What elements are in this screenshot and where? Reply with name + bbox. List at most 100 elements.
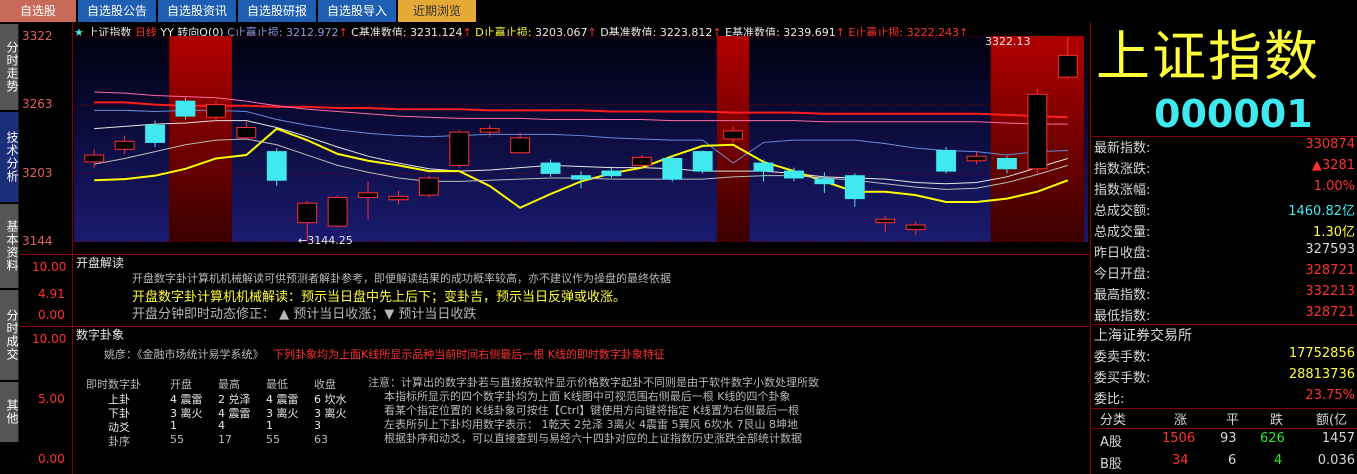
- panel1-scale-bottom: 0.00: [38, 308, 65, 322]
- quote-row: 今日开盘: 328721: [1092, 263, 1357, 283]
- gua-cell: 17: [218, 433, 232, 446]
- candle-body: [236, 127, 257, 139]
- candle-body: [753, 162, 774, 172]
- breadth-row: A股 1506 93 626 1457: [1092, 431, 1357, 451]
- quote-label: 今日开盘:: [1094, 267, 1151, 282]
- y-tick-label: 3322: [22, 29, 53, 43]
- breadth-cell: 93: [1220, 431, 1237, 446]
- candle-body: [449, 131, 470, 166]
- candle-body: [297, 202, 318, 224]
- breadth-header-cell: 分类: [1100, 413, 1127, 428]
- gua-table-header: 即时数字卦 开盘 最高 最低 收盘: [86, 376, 366, 391]
- quote-row: 昨日收盘: 327593: [1092, 242, 1357, 262]
- panel2-intro: 姚彦：《金融市场统计易学系统》 下列卦象均为上面K线所显示品种当前时间右侧最后一…: [104, 346, 665, 362]
- candle-body: [175, 100, 196, 117]
- side-tab-intraday[interactable]: 分时走势: [0, 24, 19, 110]
- candle-body: [936, 149, 957, 172]
- note-line: 本指标所显示的四个数字卦均为上面 K线图中可视范围右侧最后一根 K线的四个卦象: [384, 390, 791, 403]
- gua-cell: 1: [170, 419, 177, 432]
- gua-header: 开盘: [170, 378, 192, 391]
- candlestick-chart[interactable]: [74, 36, 1088, 242]
- candle-body: [388, 195, 409, 201]
- quote-row: 委买手数: 28813736: [1092, 367, 1357, 387]
- candle-body: [875, 218, 896, 224]
- quote-label: 总成交额:: [1094, 204, 1151, 219]
- quote-row: 总成交量: 1.30亿: [1092, 221, 1357, 241]
- quote-value: 1460.82亿: [1288, 204, 1355, 219]
- side-tab-ticks[interactable]: 分时成交: [0, 290, 19, 380]
- quote-value: 328721: [1305, 305, 1355, 320]
- gua-cell: 63: [314, 433, 328, 446]
- panel2-intro-source: 姚彦：《金融市场统计易学系统》: [104, 348, 264, 361]
- breadth-header-cell: 涨: [1174, 413, 1188, 428]
- candle-body: [601, 170, 622, 177]
- breadth-header-cell: 额(亿: [1316, 413, 1348, 428]
- breadth-header: 分类 涨 平 跌 额(亿: [1092, 409, 1357, 429]
- divider: [1092, 428, 1357, 429]
- candle-body: [358, 192, 378, 198]
- panel2-scale-mid: 5.00: [38, 392, 65, 406]
- quote-value: 327593: [1305, 242, 1355, 257]
- tab-watchlist-research[interactable]: 自选股研报: [238, 0, 316, 22]
- gua-header: 最高: [218, 378, 240, 391]
- gua-row: 上卦 4 震雷 2 兑泽 4 震雷 6 坎水: [86, 391, 366, 406]
- quote-label: 最高指数:: [1094, 288, 1151, 303]
- note-line: 根据卦序和动爻，可以直接查到与易经六十四卦对应的上证指数历史涨跌全部统计数据: [384, 432, 802, 445]
- quote-label: 委买手数:: [1094, 371, 1151, 386]
- top-tab-bar: 自选股 自选股公告 自选股资讯 自选股研报 自选股导入 近期浏览: [0, 0, 1357, 22]
- quote-panel: 上证指数 000001 最新指数: 330874 指数涨跌: ▲3281 指数涨幅:…: [1092, 22, 1357, 474]
- gua-cell: 3: [314, 419, 321, 432]
- quote-value: 1.30亿: [1313, 225, 1355, 240]
- gua-row: 卦序 55 17 55 63: [86, 433, 366, 448]
- tab-watchlist-news[interactable]: 自选股资讯: [158, 0, 236, 22]
- y-tick-label: 3203: [22, 166, 53, 180]
- signal-zone: [169, 36, 233, 242]
- candle-body: [784, 170, 804, 179]
- candle-body: [662, 157, 683, 180]
- candle-body: [723, 130, 744, 140]
- quote-label: 指数涨幅:: [1094, 183, 1151, 198]
- breadth-cell: 6: [1228, 453, 1237, 468]
- candle-body: [266, 151, 287, 181]
- tab-watchlist-notices[interactable]: 自选股公告: [78, 0, 156, 22]
- quote-label: 最新指数:: [1094, 141, 1151, 156]
- exchange-name: 上海证券交易所: [1094, 328, 1192, 344]
- gua-cell: 55: [170, 433, 184, 446]
- breadth-cell: 34: [1172, 453, 1189, 468]
- quote-row: 最新指数: 330874: [1092, 137, 1357, 157]
- side-tab-fundamentals[interactable]: 基本资料: [0, 204, 19, 288]
- breadth-header-cell: 平: [1226, 413, 1240, 428]
- candle-body: [692, 151, 713, 172]
- index-title: 上证指数: [1096, 25, 1320, 88]
- gua-cell: 4: [218, 419, 225, 432]
- candle-body: [905, 224, 926, 231]
- candle-body: [84, 154, 105, 163]
- panel2-intro-desc: 下列卦象均为上面K线所显示品种当前时间右侧最后一根 K线的即时数字卦象特征: [273, 348, 665, 361]
- quote-label: 总成交量:: [1094, 225, 1151, 240]
- panel2-scale-top: 10.00: [32, 332, 67, 346]
- quote-row: 最低指数: 328721: [1092, 305, 1357, 325]
- quote-row: 委卖手数: 17752856: [1092, 346, 1357, 366]
- candle-body: [571, 175, 591, 180]
- note-line: 注意：计算出的数字卦若与直接按软件显示价格数字起卦不同则是由于软件数字小数处理所…: [368, 376, 819, 389]
- side-tab-other[interactable]: 其他: [0, 382, 19, 442]
- tab-watchlist-import[interactable]: 自选股导入: [318, 0, 396, 22]
- panel2-title: 数字卦象: [76, 328, 125, 342]
- quote-label: 委卖手数:: [1094, 350, 1151, 365]
- gua-cell: 卦序: [108, 435, 130, 448]
- side-tab-technical[interactable]: 技术分析: [0, 112, 19, 202]
- gua-row: 下卦 3 离火 4 震雷 3 离火 3 离火: [86, 405, 366, 420]
- gua-header: 最低: [266, 378, 288, 391]
- breadth-cell: 1457: [1321, 431, 1355, 446]
- breadth-cell: 1506: [1162, 431, 1196, 446]
- quote-row: 总成交额: 1460.82亿: [1092, 200, 1357, 220]
- tab-watchlist[interactable]: 自选股: [0, 0, 76, 22]
- panel1-scale-top: 10.00: [32, 260, 67, 274]
- quote-label: 委比:: [1094, 392, 1125, 407]
- quote-value: 17752856: [1288, 346, 1355, 361]
- breadth-header-cell: 跌: [1270, 413, 1284, 428]
- candle-body: [631, 156, 652, 166]
- y-tick-label: 3263: [22, 97, 53, 111]
- quote-value: ▲3281: [1311, 158, 1355, 173]
- tab-recent[interactable]: 近期浏览: [398, 0, 476, 22]
